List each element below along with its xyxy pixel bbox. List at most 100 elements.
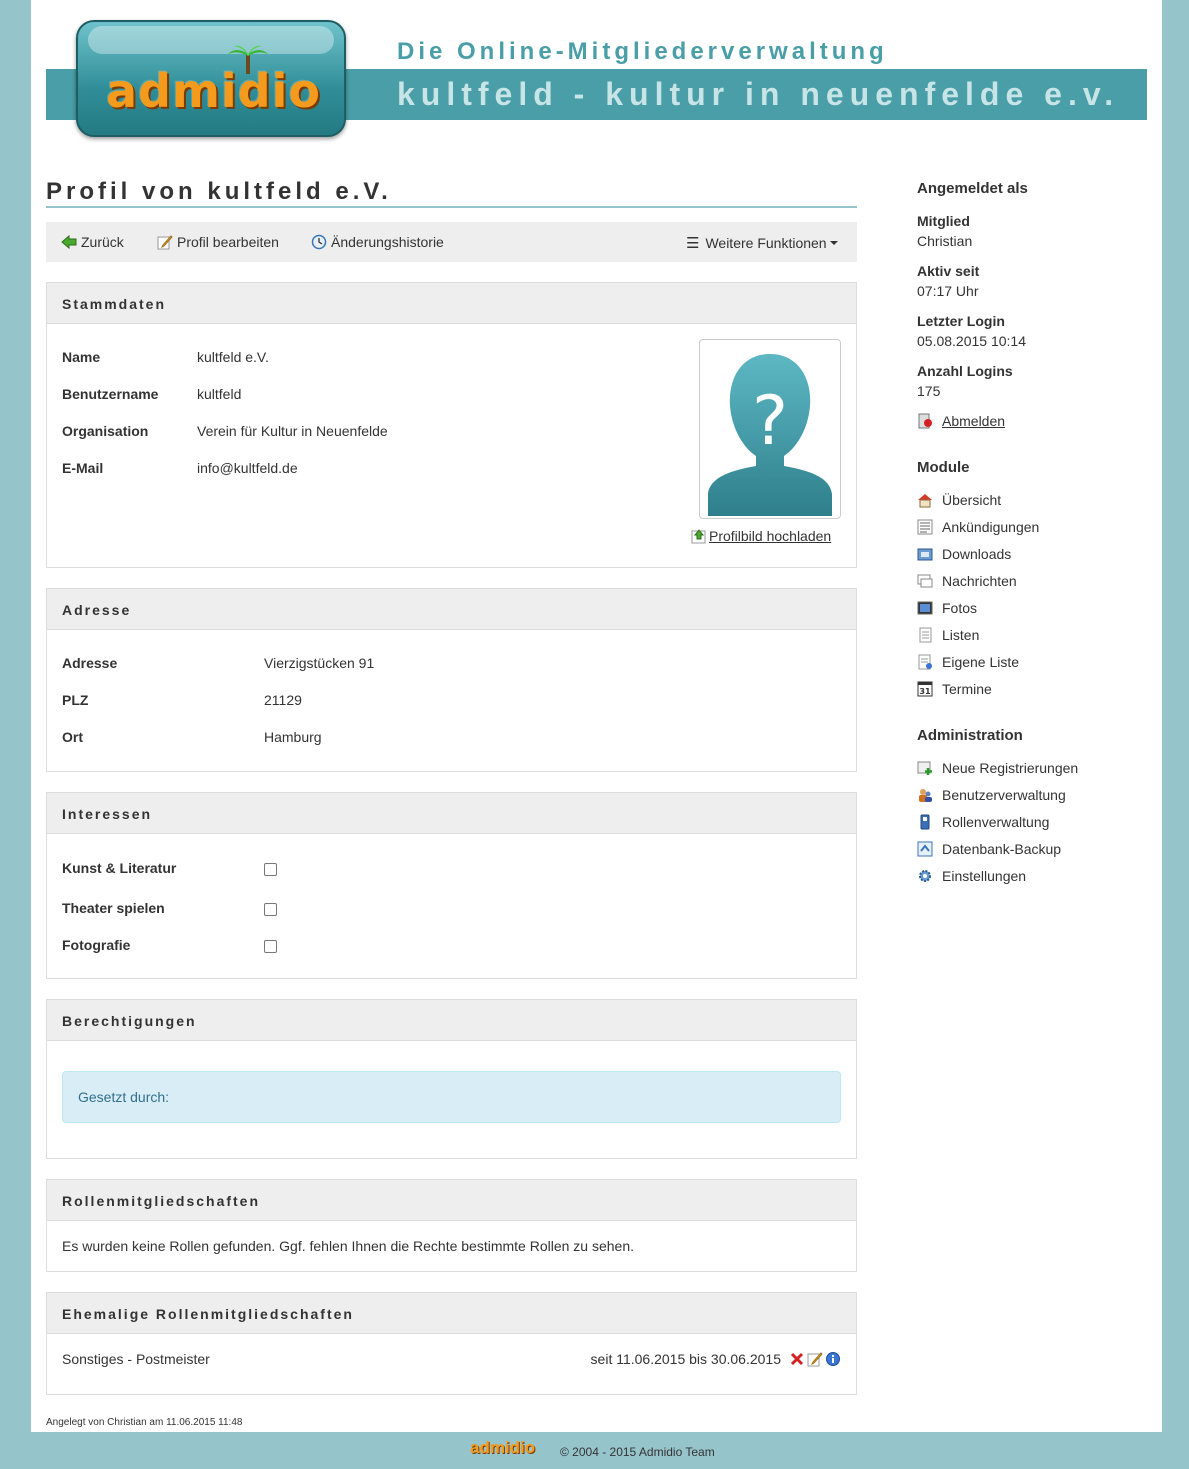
- field-row: E-Mail info@kultfeld.de: [62, 460, 298, 476]
- new-registrations-icon: [917, 761, 932, 775]
- sidebar-item-user-management[interactable]: Benutzerverwaltung: [917, 787, 1066, 803]
- sidebar-item-photos[interactable]: Fotos: [917, 600, 977, 616]
- panel-former-roles: Ehemalige Rollenmitgliedschaften Sonstig…: [46, 1292, 857, 1395]
- sidebar-item-role-management[interactable]: Rollenverwaltung: [917, 814, 1049, 830]
- no-roles-text: Es wurden keine Rollen gefunden. Ggf. fe…: [62, 1238, 635, 1254]
- login-count-label: Anzahl Logins: [917, 363, 1013, 379]
- field-row: Theater spielen: [62, 899, 277, 916]
- field-row: Adresse Vierzigstücken 91: [62, 655, 375, 671]
- last-login-label: Letzter Login: [917, 313, 1005, 329]
- home-icon: [918, 494, 932, 508]
- calendar-icon: 31: [917, 681, 933, 697]
- own-list-icon: [918, 654, 932, 670]
- sidebar-item-overview[interactable]: Übersicht: [917, 492, 1001, 508]
- messages-icon: [917, 574, 933, 588]
- panel-heading: Adresse: [47, 589, 856, 630]
- field-row: Kunst & Literatur: [62, 859, 277, 876]
- edit-profile-button[interactable]: Profil bearbeiten: [157, 234, 279, 250]
- announcements-icon: [917, 519, 933, 535]
- more-functions-label: Weitere Funktionen: [705, 235, 827, 251]
- modules-heading: Module: [917, 459, 970, 476]
- page-title: Profil von kultfeld e.V.: [46, 178, 857, 208]
- downloads-icon: [917, 548, 933, 561]
- active-value: 07:17 Uhr: [917, 283, 979, 299]
- panel-heading: Ehemalige Rollenmitgliedschaften: [47, 1293, 856, 1334]
- checkbox[interactable]: [264, 903, 277, 916]
- main-content: Profil von kultfeld e.V. Zurück Profil b…: [46, 178, 857, 1395]
- back-button[interactable]: Zurück: [61, 234, 124, 250]
- sidebar-item-database-backup[interactable]: Datenbank-Backup: [917, 841, 1061, 857]
- person-silhouette-icon: ?: [708, 354, 832, 516]
- edit-icon: [157, 235, 173, 250]
- field-row: Name kultfeld e.V.: [62, 349, 269, 365]
- role-period: seit 11.06.2015 bis 30.06.2015: [591, 1351, 841, 1367]
- edit-profile-label: Profil bearbeiten: [177, 234, 279, 250]
- history-button[interactable]: Änderungshistorie: [311, 234, 444, 250]
- toolbar: Zurück Profil bearbeiten Änderungshistor…: [46, 222, 857, 262]
- chevron-down-icon: [829, 241, 838, 245]
- photos-icon: [917, 601, 933, 615]
- field-row: Benutzername kultfeld: [62, 386, 242, 402]
- login-count-value: 175: [917, 383, 941, 399]
- sidebar-item-lists[interactable]: Listen: [917, 627, 979, 643]
- sidebar-item-own-list[interactable]: Eigene Liste: [917, 654, 1019, 670]
- admidio-logo[interactable]: admidio: [76, 20, 346, 137]
- logout-link[interactable]: Abmelden: [917, 413, 1005, 429]
- member-label: Mitglied: [917, 213, 970, 229]
- profile-photo: ?: [699, 339, 841, 519]
- panel-heading: Interessen: [47, 793, 856, 834]
- arrow-left-icon: [61, 234, 77, 250]
- footer-logo[interactable]: admidio: [470, 1438, 535, 1458]
- permissions-info: Gesetzt durch:: [62, 1071, 841, 1123]
- lists-icon: [919, 627, 932, 643]
- creator-link[interactable]: Christian: [107, 1417, 146, 1428]
- created-info: Angelegt von Christian am 11.06.2015 11:…: [46, 1417, 243, 1428]
- copyright-text: © 2004 - 2015 Admidio Team: [560, 1445, 715, 1459]
- login-heading: Angemeldet als: [917, 180, 1028, 197]
- panel-heading: Rollenmitgliedschaften: [47, 1180, 856, 1221]
- organization-title: kultfeld - kultur in neuenfelde e.v.: [397, 76, 1120, 112]
- last-login-value: 05.08.2015 10:14: [917, 333, 1026, 349]
- more-functions-dropdown[interactable]: ☰ Weitere Funktionen: [686, 234, 838, 252]
- field-row: Organisation Verein für Kultur in Neuenf…: [62, 423, 388, 439]
- logout-icon: [918, 413, 932, 429]
- field-row: PLZ 21129: [62, 692, 302, 708]
- panel-heading: Berechtigungen: [47, 1000, 856, 1041]
- site-title: Die Online-Mitgliederverwaltung: [397, 38, 888, 65]
- sidebar-item-settings[interactable]: Einstellungen: [917, 868, 1026, 884]
- menu-icon: ☰: [686, 235, 700, 252]
- users-icon: [919, 789, 932, 802]
- sidebar-item-messages[interactable]: Nachrichten: [917, 573, 1017, 589]
- upload-icon: [691, 529, 706, 544]
- email-link[interactable]: info@kultfeld.de: [197, 460, 298, 476]
- footer: admidio © 2004 - 2015 Admidio Team: [0, 1432, 1189, 1469]
- info-icon[interactable]: [825, 1351, 841, 1367]
- backup-icon: [917, 841, 933, 857]
- panel-address: Adresse Adresse Vierzigstücken 91 PLZ 21…: [46, 588, 857, 772]
- panel-master-data: Stammdaten Name kultfeld e.V. Benutzerna…: [46, 282, 857, 568]
- member-name-link[interactable]: Christian: [917, 233, 972, 249]
- svg-text:31: 31: [919, 687, 931, 696]
- checkbox[interactable]: [264, 940, 277, 953]
- roles-icon: [920, 814, 930, 830]
- sidebar-item-dates[interactable]: 31 Termine: [917, 681, 992, 697]
- active-label: Aktiv seit: [917, 263, 980, 279]
- logo-text: admidio: [106, 64, 321, 118]
- delete-icon[interactable]: [789, 1351, 805, 1367]
- sidebar-item-downloads[interactable]: Downloads: [917, 546, 1011, 562]
- gear-icon: [919, 870, 931, 882]
- list-item: Sonstiges - Postmeister: [62, 1351, 210, 1367]
- upload-photo-link[interactable]: Profilbild hochladen: [691, 528, 831, 544]
- clock-icon: [311, 234, 327, 250]
- panel-heading: Stammdaten: [47, 283, 856, 324]
- checkbox[interactable]: [264, 863, 277, 876]
- panel-roles: Rollenmitgliedschaften Es wurden keine R…: [46, 1179, 857, 1272]
- panel-interests: Interessen Kunst & Literatur Theater spi…: [46, 792, 857, 979]
- role-link[interactable]: Postmeister: [136, 1351, 210, 1367]
- edit-icon[interactable]: [807, 1351, 823, 1367]
- history-label: Änderungshistorie: [331, 234, 444, 250]
- sidebar-item-new-registrations[interactable]: Neue Registrierungen: [917, 760, 1078, 776]
- sidebar-item-announcements[interactable]: Ankündigungen: [917, 519, 1039, 535]
- admin-heading: Administration: [917, 727, 1023, 744]
- field-row: Ort Hamburg: [62, 729, 322, 745]
